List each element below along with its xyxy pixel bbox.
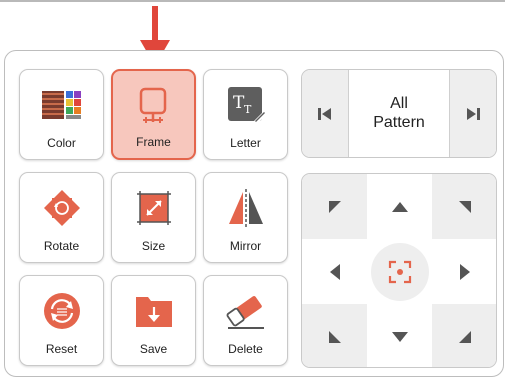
color-label: Color <box>47 136 76 150</box>
reset-tool-button[interactable]: Reset <box>19 275 104 366</box>
center-button[interactable] <box>367 239 432 304</box>
delete-tool-button[interactable]: Delete <box>203 275 288 366</box>
save-icon <box>135 297 172 327</box>
move-down-right-button[interactable] <box>432 304 496 367</box>
size-tool-button[interactable]: Size <box>111 172 196 263</box>
color-tool-button[interactable]: Color <box>19 69 104 160</box>
top-divider <box>0 0 505 2</box>
resize-icon <box>136 191 171 225</box>
rotate-tool-button[interactable]: Rotate <box>19 172 104 263</box>
move-up-left-button[interactable] <box>302 174 367 239</box>
move-left-button[interactable] <box>302 239 367 304</box>
arrow-left-icon <box>329 263 340 280</box>
arrow-down-right-icon <box>458 330 471 343</box>
mirror-icon <box>228 189 263 227</box>
move-up-button[interactable] <box>367 174 432 239</box>
move-down-button[interactable] <box>367 304 432 367</box>
arrow-down-icon <box>391 331 408 342</box>
mirror-label: Mirror <box>229 239 262 253</box>
frame-icon <box>139 87 166 123</box>
save-tool-button[interactable]: Save <box>111 275 196 366</box>
pattern-selector-label[interactable]: All Pattern <box>348 94 450 132</box>
arrow-down-left-icon <box>328 330 341 343</box>
pattern-label-line1: All <box>390 95 408 112</box>
center-focus-icon <box>388 260 411 283</box>
reset-icon <box>43 293 80 329</box>
move-up-right-button[interactable] <box>432 174 496 239</box>
size-label: Size <box>141 239 166 253</box>
frame-label: Frame <box>136 135 171 149</box>
pattern-navigator: All Pattern <box>301 69 497 158</box>
skip-next-icon <box>467 108 480 120</box>
letter-tool-button[interactable]: T T Letter <box>203 69 288 160</box>
color-palette-icon <box>41 91 81 119</box>
mirror-tool-button[interactable]: Mirror <box>203 172 288 263</box>
letter-icon: T T <box>227 87 268 125</box>
eraser-icon <box>226 296 264 329</box>
previous-pattern-button[interactable] <box>302 70 349 157</box>
frame-tool-button[interactable]: Frame <box>111 69 196 160</box>
center-circle <box>370 242 429 301</box>
delete-label: Delete <box>228 342 263 356</box>
arrow-up-right-icon <box>458 200 471 213</box>
skip-previous-icon <box>318 108 331 120</box>
arrow-up-left-icon <box>328 200 341 213</box>
next-pattern-button[interactable] <box>449 70 496 157</box>
reset-label: Reset <box>45 342 78 356</box>
rotate-icon <box>43 190 80 226</box>
arrow-up-icon <box>391 201 408 212</box>
arrow-right-icon <box>459 263 470 280</box>
move-right-button[interactable] <box>432 239 496 304</box>
svg-text:T: T <box>244 103 252 116</box>
save-label: Save <box>139 342 168 356</box>
direction-pad <box>301 173 497 368</box>
move-down-left-button[interactable] <box>302 304 367 367</box>
pattern-label-line2: Pattern <box>373 114 425 131</box>
letter-label: Letter <box>230 136 261 150</box>
rotate-label: Rotate <box>43 239 80 253</box>
